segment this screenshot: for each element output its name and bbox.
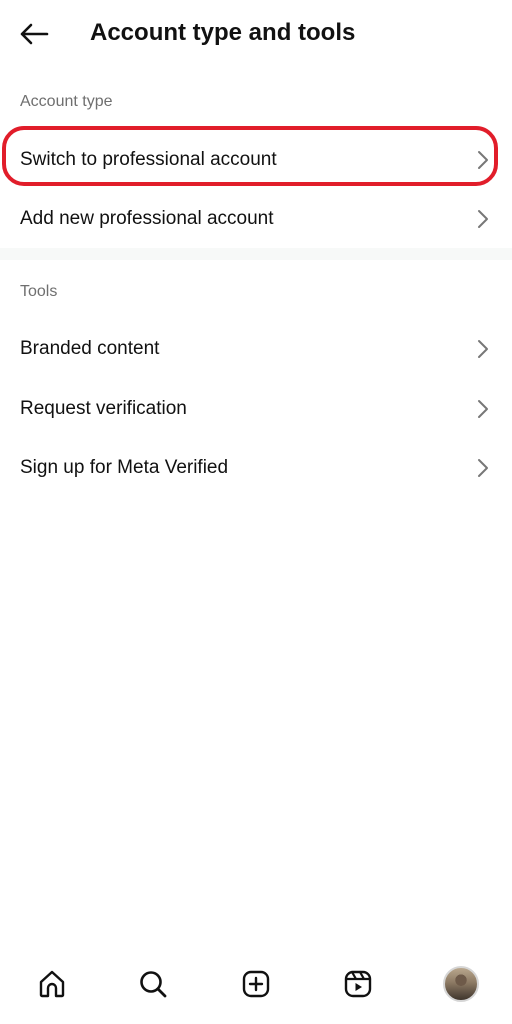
chevron-right-icon (478, 459, 488, 477)
row-switch-to-professional-account[interactable]: Switch to professional account (0, 131, 512, 189)
row-branded-content[interactable]: Branded content (0, 320, 512, 378)
search-icon (140, 971, 167, 998)
page-title: Account type and tools (90, 19, 356, 46)
section-label-tools: Tools (20, 283, 58, 300)
row-label: Add new professional account (20, 208, 274, 229)
chevron-right-icon (478, 151, 488, 169)
bottom-navigation (0, 950, 512, 1024)
nav-profile[interactable] (437, 960, 485, 1008)
chevron-right-icon (478, 340, 488, 358)
row-label: Branded content (20, 338, 160, 359)
row-label: Request verification (20, 398, 187, 419)
section-label-account-type: Account type (20, 93, 113, 110)
row-label: Sign up for Meta Verified (20, 457, 229, 478)
nav-search[interactable] (129, 960, 177, 1008)
arrow-left-icon (20, 23, 49, 45)
chevron-right-icon (478, 400, 488, 418)
nav-reels[interactable] (334, 960, 382, 1008)
nav-home[interactable] (28, 960, 76, 1008)
top-bar: Account type and tools (0, 0, 512, 68)
section-divider (0, 248, 512, 260)
row-request-verification[interactable]: Request verification (0, 380, 512, 438)
home-icon (39, 970, 65, 998)
profile-avatar (443, 966, 479, 1002)
row-label: Switch to professional account (20, 149, 277, 170)
row-sign-up-for-meta-verified[interactable]: Sign up for Meta Verified (0, 439, 512, 497)
back-button[interactable] (12, 14, 56, 54)
create-icon (242, 970, 270, 998)
row-add-new-professional-account[interactable]: Add new professional account (0, 190, 512, 248)
account-type-and-tools-screen: Account type and tools Account type Swit… (0, 0, 512, 1024)
reels-icon (344, 970, 372, 998)
nav-create[interactable] (232, 960, 280, 1008)
chevron-right-icon (478, 210, 488, 228)
